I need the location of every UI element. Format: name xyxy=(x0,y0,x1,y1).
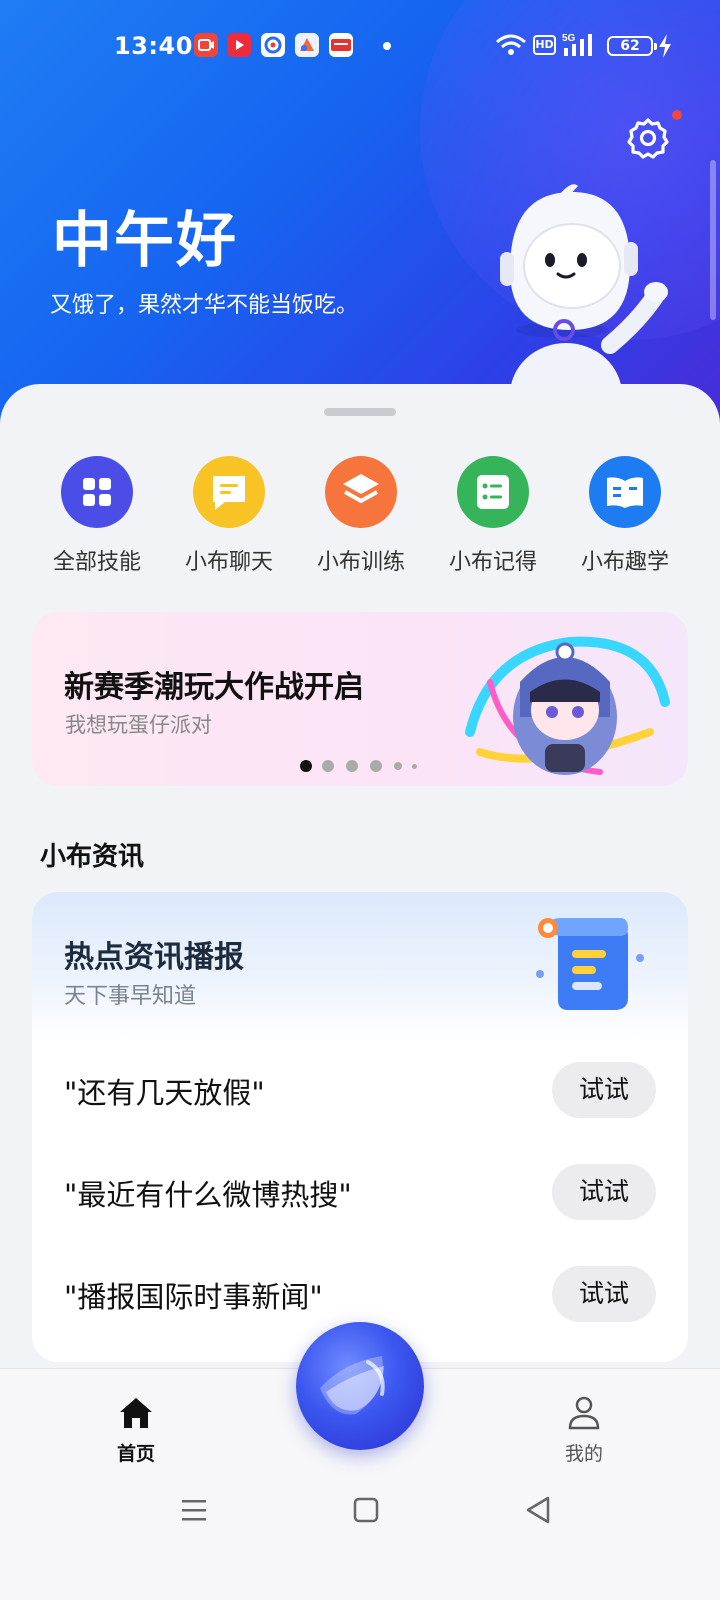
banner-title: 新赛季潮玩大作战开启 xyxy=(64,670,364,705)
news-section-title: 小布资讯 xyxy=(40,842,145,872)
pagination-dot xyxy=(412,764,417,769)
news-item: "还有几天放假" 试试 xyxy=(32,1050,688,1130)
status-time: 13:40 xyxy=(114,32,193,60)
pagination-dot xyxy=(370,760,382,772)
eggy-party-character-art xyxy=(465,636,670,775)
nav-mine[interactable]: 我的 xyxy=(544,1395,624,1466)
skill-chat[interactable]: 小布聊天 xyxy=(164,456,294,576)
wifi-icon xyxy=(496,34,526,55)
greeting-title: 中午好 xyxy=(52,206,238,276)
nav-home[interactable]: 首页 xyxy=(96,1395,176,1466)
pagination-dot xyxy=(394,762,402,770)
home-icon xyxy=(120,1398,152,1428)
image-app-icon xyxy=(295,33,319,57)
video-app-icon xyxy=(194,33,218,57)
content-sheet: 全部技能 小布聊天 小布训练 小布记得 小布趣学 新赛季潮玩大作战开启 我想玩蛋… xyxy=(0,384,720,1384)
try-button[interactable]: 试试 xyxy=(552,1164,656,1220)
book-icon xyxy=(589,456,661,528)
nav-home-label: 首页 xyxy=(116,1443,155,1465)
home-square-icon[interactable] xyxy=(346,1490,386,1530)
settings-badge-dot xyxy=(672,110,682,120)
pagination-dot-active xyxy=(300,760,312,772)
baidu-app-icon xyxy=(261,33,285,57)
skills-row: 全部技能 小布聊天 小布训练 小布记得 小布趣学 xyxy=(0,456,720,586)
skill-training[interactable]: 小布训练 xyxy=(296,456,426,576)
menu-icon[interactable] xyxy=(174,1490,214,1530)
grid-icon xyxy=(61,456,133,528)
skill-learn[interactable]: 小布趣学 xyxy=(560,456,690,576)
try-button[interactable]: 试试 xyxy=(552,1266,656,1322)
promo-banner[interactable]: 新赛季潮玩大作战开启 我想玩蛋仔派对 xyxy=(32,612,688,786)
chat-icon xyxy=(193,456,265,528)
voice-assistant-orb-button[interactable] xyxy=(296,1322,424,1450)
battery-indicator: 62 xyxy=(607,36,657,56)
assistant-orb-icon xyxy=(320,1356,385,1415)
news-item: "最近有什么微博热搜" 试试 xyxy=(32,1152,688,1232)
skill-label: 小布聊天 xyxy=(184,550,273,575)
skill-label: 小布趣学 xyxy=(580,550,669,575)
scroll-indicator xyxy=(710,160,716,320)
pagination-dot xyxy=(346,760,358,772)
news-scroll-icon xyxy=(536,918,644,1010)
nav-mine-label: 我的 xyxy=(564,1443,603,1465)
try-button[interactable]: 试试 xyxy=(552,1062,656,1118)
user-profile-icon xyxy=(568,1396,600,1430)
greeting-subtitle: 又饿了，果然才华不能当饭吃。 xyxy=(50,293,359,318)
skill-all[interactable]: 全部技能 xyxy=(32,456,162,576)
charging-icon xyxy=(659,34,671,58)
network-type-label: 5G xyxy=(562,33,576,44)
signal-icon: 5G xyxy=(562,33,592,56)
news-card-title: 热点资讯播报 xyxy=(64,940,244,975)
skill-label: 小布训练 xyxy=(316,550,405,575)
settings-gear-icon[interactable] xyxy=(626,116,670,160)
toutiao-app-icon xyxy=(329,33,353,57)
news-query: "播报国际时事新闻" xyxy=(64,1280,323,1314)
hd-badge: HD xyxy=(533,35,556,55)
status-bar: 13:40 HD 5G 62 xyxy=(0,0,720,92)
back-triangle-icon[interactable] xyxy=(518,1490,558,1530)
news-query: "还有几天放假" xyxy=(64,1076,265,1110)
notification-dot xyxy=(383,42,391,50)
skill-label: 全部技能 xyxy=(52,550,141,575)
pagination-dot xyxy=(322,760,334,772)
news-card: 热点资讯播报 天下事早知道 "还有几天放假" 试试 "最近有什么微博热搜" 试试 xyxy=(32,892,688,1362)
banner-subtitle: 我想玩蛋仔派对 xyxy=(65,713,212,737)
skill-remember[interactable]: 小布记得 xyxy=(428,456,558,576)
layers-icon xyxy=(325,456,397,528)
news-card-header[interactable]: 热点资讯播报 天下事早知道 xyxy=(32,892,688,1042)
skill-label: 小布记得 xyxy=(448,550,537,575)
drag-handle[interactable] xyxy=(324,408,396,416)
youtube-like-icon xyxy=(227,33,251,57)
list-icon xyxy=(457,456,529,528)
news-card-subtitle: 天下事早知道 xyxy=(64,984,197,1009)
news-query: "最近有什么微博热搜" xyxy=(64,1178,352,1212)
